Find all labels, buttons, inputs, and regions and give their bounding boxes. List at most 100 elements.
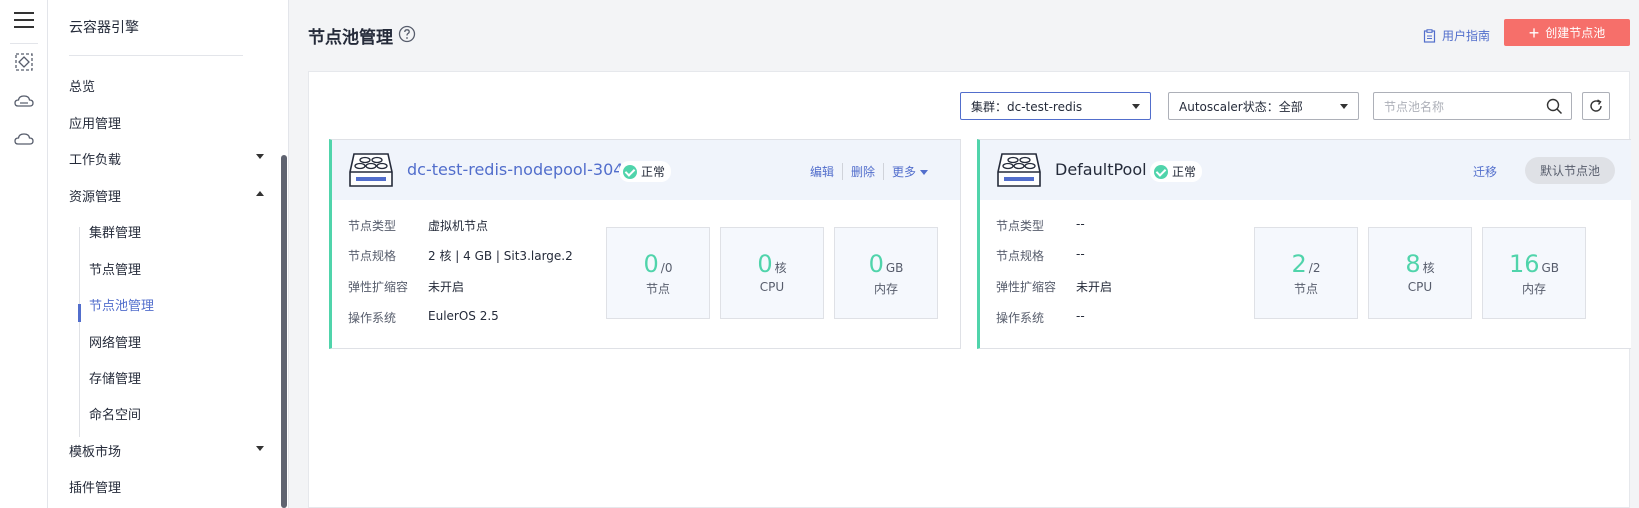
refresh-icon <box>1590 99 1602 112</box>
stat-label: 内存 <box>873 282 898 296</box>
search-placeholder: 节点池名称 <box>1384 99 1445 114</box>
autoscaler-select-value: Autoscaler状态：全部 <box>1179 99 1303 114</box>
chevron-down-icon <box>256 446 264 451</box>
sidebar-item-plugins[interactable]: 插件管理 <box>69 477 264 496</box>
nodepool-name[interactable]: DefaultPool <box>1055 160 1147 179</box>
main-panel: 集群：dc-test-redis Autoscaler状态：全部 节点池名称 d… <box>308 71 1631 508</box>
prop-row: 操作系统 EulerOS 2.5 <box>348 309 499 326</box>
stat-unit: 核 <box>774 261 787 275</box>
prop-key: 节点类型 <box>348 219 397 233</box>
prop-value: -- <box>1076 217 1085 231</box>
status-text: 正常 <box>1172 165 1197 179</box>
card-actions: 编辑 删除 更多 <box>802 163 936 180</box>
stat-unit: GB <box>885 261 904 275</box>
sidebar-item-label: 工作负载 <box>69 153 122 168</box>
check-circle-icon <box>623 164 637 179</box>
chevron-down-icon <box>256 154 264 159</box>
stat-label: CPU <box>759 280 785 294</box>
active-indicator <box>78 304 81 322</box>
stat-nodes: 2/2 节点 <box>1254 227 1358 319</box>
stat-cpu: 8核 CPU <box>1368 227 1472 319</box>
stat-value: 0 <box>757 250 773 278</box>
stat-value: 2 <box>1291 250 1307 278</box>
nodepool-icon <box>349 153 393 187</box>
submenu-line <box>79 227 80 437</box>
sidebar-item-overview[interactable]: 总览 <box>69 76 264 95</box>
sidebar-item-label: 资源管理 <box>69 190 122 205</box>
search-icon[interactable] <box>1546 98 1563 115</box>
migrate-button[interactable]: 迁移 <box>1465 163 1505 180</box>
status-text: 正常 <box>641 165 666 179</box>
sidebar-item-storage[interactable]: 存储管理 <box>89 368 141 387</box>
help-icon[interactable] <box>398 25 416 43</box>
cloud-service-icon[interactable] <box>13 128 35 150</box>
more-label: 更多 <box>892 165 917 179</box>
clipboard-icon <box>1423 28 1436 43</box>
prop-row: 弹性扩缩容 未开启 <box>348 278 464 295</box>
prop-row: 节点规格 -- <box>996 247 1085 264</box>
sidebar-item-nodepool[interactable]: 节点池管理 <box>89 295 154 314</box>
plus-icon: + <box>1528 22 1540 43</box>
sidebar-item-cluster[interactable]: 集群管理 <box>89 222 141 241</box>
sidebar-item-resources[interactable]: 资源管理 <box>69 186 264 205</box>
prop-key: 节点规格 <box>348 249 397 263</box>
sidebar: 云容器引擎 总览 应用管理 工作负载 资源管理 集群管理 节点管理 节点池管理 … <box>48 0 289 508</box>
sidebar-title: 云容器引擎 <box>69 20 139 36</box>
check-circle-icon <box>1154 164 1168 179</box>
nodepool-card: DefaultPool 正常 迁移 默认节点池 节点类型 -- 节点规格 -- 弹性… <box>977 139 1631 349</box>
prop-key: 操作系统 <box>996 311 1045 325</box>
sidebar-divider <box>69 55 243 56</box>
refresh-button[interactable] <box>1582 92 1610 120</box>
sidebar-item-apps[interactable]: 应用管理 <box>69 113 264 132</box>
prop-key: 弹性扩缩容 <box>348 280 409 294</box>
sidebar-scrollbar[interactable] <box>281 155 287 508</box>
autoscaler-select[interactable]: Autoscaler状态：全部 <box>1168 92 1359 120</box>
sidebar-item-node[interactable]: 节点管理 <box>89 259 141 278</box>
prop-row: 节点规格 2 核 | 4 GB | Sit3.large.2 <box>348 247 573 264</box>
prop-key: 节点规格 <box>996 249 1045 263</box>
stat-nodes: 0/0 节点 <box>606 227 710 319</box>
default-pool-tag: 默认节点池 <box>1525 157 1615 184</box>
prop-row: 节点类型 -- <box>996 217 1085 234</box>
stat-unit: 核 <box>1422 261 1435 275</box>
nodepool-name-link[interactable]: dc-test-redis-nodepool-30483 <box>407 160 644 179</box>
container-icon[interactable] <box>13 51 35 73</box>
stat-memory: 16 GB 内存 <box>1482 227 1586 319</box>
sidebar-item-templates[interactable]: 模板市场 <box>69 441 264 460</box>
cluster-select-value: 集群：dc-test-redis <box>971 99 1083 114</box>
icon-rail <box>0 0 48 508</box>
rail-divider <box>10 43 38 44</box>
prop-value: 2 核 | 4 GB | Sit3.large.2 <box>428 249 573 263</box>
prop-value: -- <box>1076 247 1085 261</box>
sidebar-item-workload[interactable]: 工作负载 <box>69 149 264 168</box>
user-guide-label: 用户指南 <box>1442 29 1491 43</box>
delete-button[interactable]: 删除 <box>842 163 883 180</box>
edit-button[interactable]: 编辑 <box>802 163 842 180</box>
status-badge: 正常 <box>619 161 672 182</box>
sidebar-item-label: 模板市场 <box>69 445 122 460</box>
chevron-down-icon <box>1132 104 1140 109</box>
prop-value: 未开启 <box>1076 280 1113 294</box>
stat-value: 16 <box>1508 250 1540 278</box>
card-actions: 迁移 <box>1465 163 1505 180</box>
menu-icon[interactable] <box>14 12 34 30</box>
status-badge: 正常 <box>1150 161 1203 182</box>
cloud-icon[interactable] <box>13 90 35 112</box>
stat-unit: /0 <box>660 261 673 275</box>
stat-label: CPU <box>1407 280 1433 294</box>
stat-unit: /2 <box>1308 261 1321 275</box>
more-button[interactable]: 更多 <box>883 163 936 180</box>
sidebar-item-network[interactable]: 网络管理 <box>89 332 141 351</box>
cluster-select[interactable]: 集群：dc-test-redis <box>960 92 1151 120</box>
stat-value: 0 <box>643 250 659 278</box>
sidebar-item-namespace[interactable]: 命名空间 <box>89 404 141 423</box>
page-title: 节点池管理 <box>308 28 393 48</box>
nodepool-search-input[interactable]: 节点池名称 <box>1373 92 1572 120</box>
create-nodepool-label: 创建节点池 <box>1545 26 1606 40</box>
stat-value: 8 <box>1405 250 1421 278</box>
create-nodepool-button[interactable]: + 创建节点池 <box>1504 19 1630 46</box>
prop-value: -- <box>1076 309 1085 323</box>
stat-cpu: 0核 CPU <box>720 227 824 319</box>
chevron-up-icon <box>256 191 264 196</box>
user-guide-link[interactable]: 用户指南 <box>1423 27 1490 44</box>
